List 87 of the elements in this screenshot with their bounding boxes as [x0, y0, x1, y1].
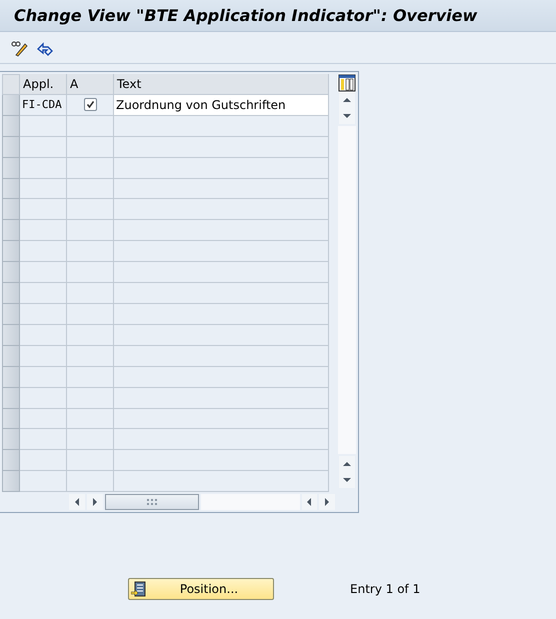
down-arrow-icon [342, 476, 350, 484]
table-cell [20, 220, 67, 242]
table-cell [67, 220, 114, 242]
table-cell [20, 241, 67, 262]
scroll-up-button[interactable] [338, 92, 354, 108]
row-selector[interactable] [2, 158, 20, 179]
table-cell [67, 283, 114, 304]
table-cell [67, 199, 114, 220]
table-cell [20, 199, 67, 220]
table-cell: FI-CDA [20, 94, 67, 116]
table-cell [20, 136, 67, 158]
scroll-up-button[interactable] [338, 456, 354, 472]
table-cell [67, 241, 114, 262]
scroll-right-button[interactable] [319, 494, 335, 510]
up-arrow-icon [342, 460, 350, 468]
table-cell [67, 178, 114, 200]
table-cell [67, 429, 114, 450]
row-selector[interactable] [2, 324, 20, 346]
table-cell [20, 388, 67, 408]
row-selector[interactable] [2, 408, 20, 430]
select-all-cell[interactable] [2, 74, 20, 95]
row-selector[interactable] [2, 94, 20, 116]
table-cell [67, 324, 114, 346]
column-header[interactable]: Appl. [20, 74, 67, 95]
table-cell [20, 304, 67, 325]
row-selector[interactable] [2, 116, 20, 137]
scroll-down-button[interactable] [338, 472, 354, 488]
table-cell [20, 178, 67, 200]
grip-icon [146, 499, 157, 506]
table-cell [67, 450, 114, 472]
scrollbar-thumb[interactable] [104, 494, 200, 510]
left-arrow-icon [305, 498, 314, 506]
right-arrow-icon [323, 498, 332, 506]
pencil-glasses-icon [10, 38, 28, 56]
left-arrow-icon [72, 498, 81, 506]
window-title: Change View "BTE Application Indicator": Overview [14, 6, 478, 25]
row-selector[interactable] [2, 136, 20, 158]
table-cell [20, 283, 67, 304]
table-cell [20, 262, 67, 284]
row-selector[interactable] [2, 366, 20, 388]
right-arrow-icon [90, 498, 99, 506]
columns-icon [338, 74, 356, 92]
table-cell [20, 450, 67, 472]
table-cell [20, 116, 67, 137]
scroll-down-button[interactable] [338, 108, 354, 124]
row-selector[interactable] [2, 241, 20, 262]
row-selector[interactable] [2, 450, 20, 472]
row-selector[interactable] [2, 304, 20, 325]
table-cell [67, 366, 114, 388]
row-selector[interactable] [2, 388, 20, 408]
table-cell [67, 346, 114, 367]
row-selector[interactable] [2, 199, 20, 220]
table-cell [67, 262, 114, 284]
scroll-left-button[interactable] [69, 494, 85, 510]
table-cell [20, 324, 67, 346]
row-selector[interactable] [2, 262, 20, 284]
table-cell [67, 408, 114, 430]
table-cell: Zuordnung von Gutschriften [114, 94, 329, 116]
list-arrow-icon [131, 581, 147, 597]
checkbox[interactable] [84, 98, 96, 112]
scroll-left-button[interactable] [302, 494, 318, 510]
column-settings-button[interactable] [338, 74, 356, 92]
table-cell [20, 346, 67, 367]
row-selector[interactable] [2, 220, 20, 242]
down-arrow-icon [342, 112, 350, 120]
table-cell [20, 471, 67, 492]
table-cell [67, 136, 114, 158]
table-cell [20, 408, 67, 430]
edit-button[interactable] [10, 38, 28, 56]
table-cell [20, 429, 67, 450]
position-button[interactable]: Position... [128, 578, 274, 600]
table-cell [67, 304, 114, 325]
row-selector[interactable] [2, 471, 20, 492]
scroll-right-button[interactable] [86, 494, 102, 510]
table-cell [67, 471, 114, 492]
table-cell [20, 158, 67, 179]
row-selector[interactable] [2, 283, 20, 304]
table-cell [67, 158, 114, 179]
row-selector[interactable] [2, 178, 20, 200]
up-arrow-icon [342, 96, 350, 104]
row-selector[interactable] [2, 429, 20, 450]
table-cell [20, 366, 67, 388]
entry-count: Entry 1 of 1 [350, 582, 420, 596]
row-selector[interactable] [2, 346, 20, 367]
table-cell [67, 388, 114, 408]
column-header[interactable]: A [67, 74, 114, 95]
column-header[interactable]: Text [114, 74, 329, 95]
